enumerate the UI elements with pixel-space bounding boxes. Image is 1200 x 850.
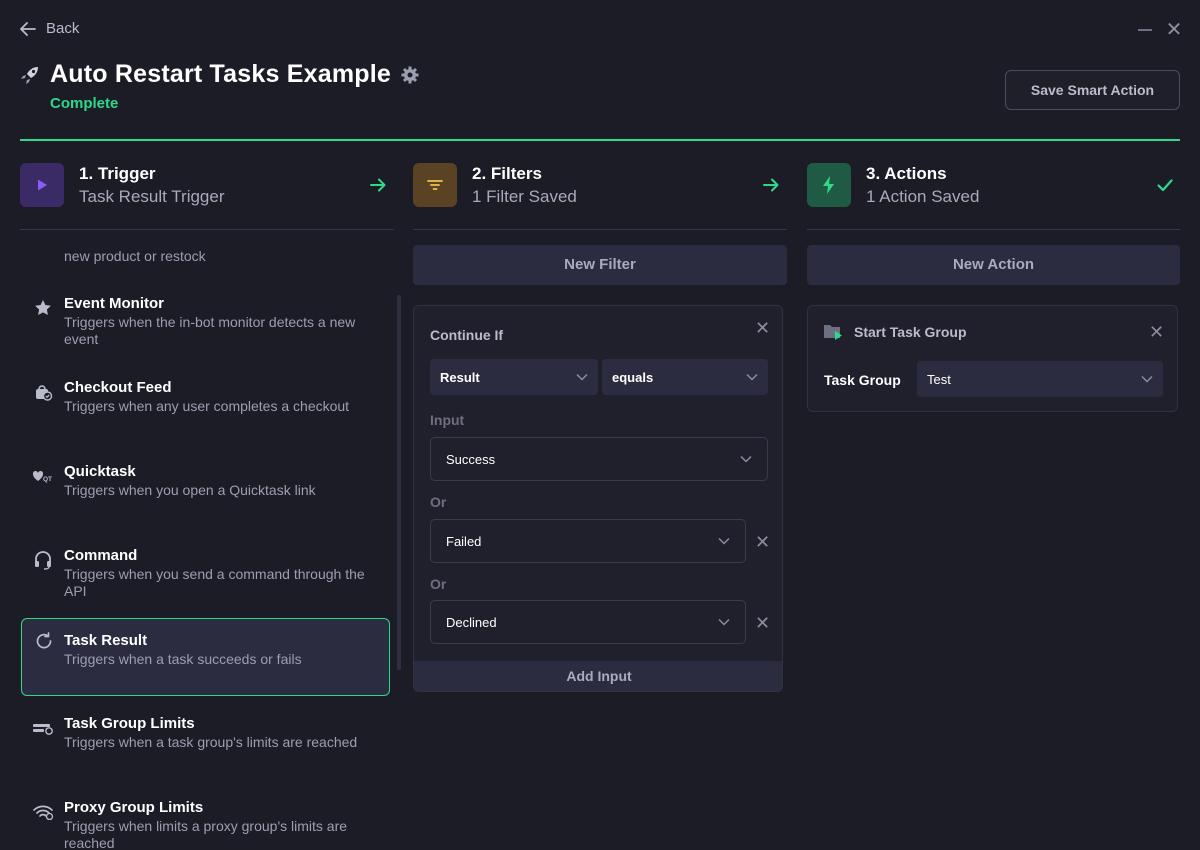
or-label: Or (430, 494, 447, 510)
trigger-title: Proxy Group Limits (64, 799, 204, 816)
trigger-title: Task Group Limits (64, 715, 195, 732)
play-icon (20, 163, 64, 207)
minimize-button[interactable] (1138, 29, 1152, 31)
trigger-desc: Triggers when a task group's limits are … (64, 734, 358, 750)
back-button[interactable]: Back (20, 20, 79, 37)
step-trigger[interactable]: 1. Trigger Task Result Trigger (20, 163, 225, 207)
folder-play-icon (824, 325, 842, 340)
step-title: 1. Trigger (79, 163, 156, 183)
rocket-icon (21, 66, 38, 84)
checkmark-icon (1157, 179, 1173, 192)
filter-operator-select[interactable]: equals (602, 359, 768, 395)
filter-or-select[interactable]: Declined (430, 600, 746, 644)
quicktask-icon: QT (32, 465, 54, 487)
filter-or-select[interactable]: Failed (430, 519, 746, 563)
filter-icon (413, 163, 457, 207)
page-title: Auto Restart Tasks Example (50, 60, 391, 88)
select-value: equals (612, 369, 654, 385)
remove-or-input-icon[interactable]: ✕ (755, 533, 770, 551)
trigger-list-scrollbar[interactable] (397, 295, 401, 670)
step-divider (807, 229, 1180, 230)
trigger-desc: Triggers when the in-bot monitor detects… (64, 314, 356, 347)
chevron-down-icon (718, 618, 730, 626)
arrow-left-icon (20, 21, 36, 36)
title-row: Auto Restart Tasks Example (20, 60, 419, 89)
select-value: Test (927, 371, 951, 387)
input-value: Declined (446, 614, 497, 630)
trigger-task-result[interactable]: Task Result Triggers when a task succeed… (21, 618, 390, 696)
chevron-down-icon (740, 455, 752, 463)
trigger-title: Event Monitor (64, 295, 164, 312)
trigger-title: Command (64, 547, 138, 564)
action-card-title: Start Task Group (854, 324, 967, 340)
trigger-title: Quicktask (64, 463, 136, 480)
step-title: 3. Actions (866, 163, 947, 183)
trigger-partial-desc: new product or restock (64, 248, 206, 264)
checkout-icon (32, 381, 54, 403)
trigger-title: Checkout Feed (64, 379, 172, 396)
filter-card-title: Continue If (430, 327, 504, 343)
input-label: Input (430, 412, 465, 428)
status-label: Complete (50, 95, 119, 112)
task-group-label: Task Group (824, 372, 901, 388)
refresh-icon (33, 630, 55, 652)
input-value: Success (446, 451, 496, 467)
add-input-button[interactable]: Add Input (414, 661, 782, 691)
back-label: Back (46, 20, 80, 37)
star-icon (32, 297, 54, 319)
bolt-icon (807, 163, 851, 207)
step-divider (20, 229, 394, 230)
arrow-right-icon (370, 178, 386, 192)
step-filters[interactable]: 2. Filters 1 Filter Saved (413, 163, 577, 207)
filter-card: Continue If ✕ Result equals Input Succes… (413, 305, 783, 692)
remove-or-input-icon[interactable]: ✕ (755, 614, 770, 632)
trigger-task-group-limits[interactable]: Task Group Limits Triggers when a task g… (21, 711, 390, 773)
step-subtitle: 1 Filter Saved (472, 186, 577, 206)
headset-icon (32, 549, 54, 571)
limit-icon (32, 717, 54, 739)
step-subtitle: Task Result Trigger (79, 186, 225, 206)
trigger-desc: Triggers when you open a Quicktask link (64, 482, 316, 498)
action-card: Start Task Group ✕ Task Group Test (807, 305, 1178, 412)
trigger-desc: Triggers when you send a command through… (64, 566, 365, 599)
trigger-desc: Triggers when limits a proxy group's lim… (64, 818, 348, 850)
task-group-select[interactable]: Test (917, 361, 1163, 397)
close-window-button[interactable]: ✕ (1165, 19, 1183, 41)
new-filter-button[interactable]: New Filter (413, 245, 787, 285)
trigger-title: Task Result (64, 632, 148, 649)
chevron-down-icon (746, 373, 758, 381)
trigger-proxy-group-limits[interactable]: Proxy Group Limits Triggers when limits … (21, 795, 390, 850)
chevron-down-icon (718, 537, 730, 545)
trigger-desc: Triggers when a task succeeds or fails (64, 651, 302, 667)
or-label: Or (430, 576, 447, 592)
trigger-command[interactable]: Command Triggers when you send a command… (21, 543, 390, 605)
step-actions[interactable]: 3. Actions 1 Action Saved (807, 163, 979, 207)
filter-field-select[interactable]: Result (430, 359, 598, 395)
step-title: 2. Filters (472, 163, 542, 183)
trigger-checkout-feed[interactable]: Checkout Feed Triggers when any user com… (21, 375, 390, 437)
trigger-desc: Triggers when any user completes a check… (64, 398, 350, 414)
trigger-event-monitor[interactable]: Event Monitor Triggers when the in-bot m… (21, 291, 390, 353)
save-smart-action-button[interactable]: Save Smart Action (1005, 70, 1180, 110)
trigger-quicktask[interactable]: QT Quicktask Triggers when you open a Qu… (21, 459, 390, 521)
step-divider (413, 229, 787, 230)
remove-action-icon[interactable]: ✕ (1149, 323, 1164, 341)
new-action-button[interactable]: New Action (807, 245, 1180, 285)
remove-filter-icon[interactable]: ✕ (755, 319, 770, 337)
wifi-icon (32, 801, 54, 823)
arrow-right-icon (763, 178, 779, 192)
input-value: Failed (446, 533, 482, 549)
chevron-down-icon (576, 373, 588, 381)
settings-gear-icon[interactable] (401, 66, 419, 84)
chevron-down-icon (1141, 375, 1153, 383)
select-value: Result (440, 369, 480, 385)
filter-input-select[interactable]: Success (430, 437, 768, 481)
svg-text:QT: QT (43, 476, 52, 483)
progress-divider (20, 139, 1180, 141)
step-subtitle: 1 Action Saved (866, 186, 980, 206)
